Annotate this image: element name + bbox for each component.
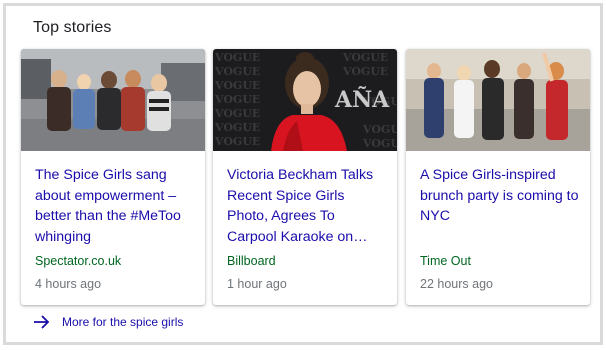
- svg-text:VOGUE: VOGUE: [214, 79, 260, 92]
- more-stories-link[interactable]: More for the spice girls: [33, 312, 183, 332]
- story-thumbnail[interactable]: [406, 49, 590, 151]
- story-source: Billboard: [227, 254, 276, 268]
- svg-text:VOGUE: VOGUE: [214, 121, 260, 134]
- svg-text:VOGUE: VOGUE: [214, 107, 260, 120]
- story-thumbnail[interactable]: [21, 49, 205, 151]
- top-stories-panel: Top stories The Spice Girls sang about e…: [3, 3, 603, 345]
- svg-text:VOGUE: VOGUE: [362, 123, 397, 136]
- more-stories-label[interactable]: More for the spice girls: [62, 315, 183, 329]
- story-card[interactable]: A Spice Girls-inspired brunch party is c…: [406, 49, 590, 305]
- section-title: Top stories: [33, 19, 112, 36]
- svg-text:VOGUE: VOGUE: [214, 65, 260, 78]
- svg-text:VOGUE: VOGUE: [342, 51, 388, 64]
- svg-text:VOGUE: VOGUE: [214, 51, 260, 64]
- story-source: Spectator.co.uk: [35, 254, 122, 268]
- svg-text:VOGUE: VOGUE: [214, 135, 260, 148]
- svg-text:VOGUE: VOGUE: [214, 93, 260, 106]
- story-card[interactable]: The Spice Girls sang about empowerment –…: [21, 49, 205, 305]
- svg-text:VOGUE: VOGUE: [362, 137, 397, 150]
- arrow-right-icon: [34, 315, 50, 329]
- story-time: 1 hour ago: [227, 277, 287, 291]
- svg-text:AÑA: AÑA: [334, 86, 390, 113]
- story-source: Time Out: [420, 254, 471, 268]
- story-card[interactable]: VOGUE VOGUE VOGUE VOGUE VOGUE VOGUE VOGUE VO…: [213, 49, 397, 305]
- svg-text:VOGUE: VOGUE: [342, 65, 388, 78]
- story-thumbnail[interactable]: VOGUE VOGUE VOGUE VOGUE VOGUE VOGUE VOGUE VO…: [213, 49, 397, 151]
- story-headline[interactable]: A Spice Girls-inspired brunch party is c…: [420, 165, 580, 227]
- story-headline[interactable]: Victoria Beckham Talks Recent Spice Girl…: [227, 165, 387, 247]
- story-headline[interactable]: The Spice Girls sang about empowerment –…: [35, 165, 195, 247]
- story-time: 4 hours ago: [35, 277, 102, 291]
- story-time: 22 hours ago: [420, 277, 493, 291]
- story-cards: The Spice Girls sang about empowerment –…: [21, 49, 591, 307]
